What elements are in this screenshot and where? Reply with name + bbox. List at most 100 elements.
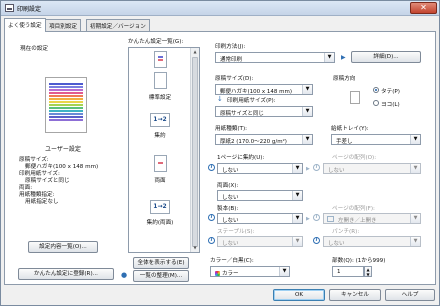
tray-label: 給紙トレイ(Y):: [331, 126, 369, 132]
binding-label: 製本(B):: [217, 206, 239, 212]
chevron-down-icon: ▼: [302, 135, 312, 144]
chevron-down-icon: ▼: [302, 107, 312, 116]
help-button[interactable]: ヘルプ: [385, 289, 435, 301]
paper-type-label: 用紙種類(T):: [215, 126, 248, 132]
summary-line-7: 用紙指定なし: [25, 199, 59, 205]
color-select[interactable]: カラー ▼: [210, 266, 290, 277]
punch-label: パンチ(R):: [332, 229, 360, 235]
binding-order-label: ページの配列(F):: [332, 206, 375, 212]
paper-size-select[interactable]: 原稿サイズと同じ ▼: [215, 106, 313, 117]
nup-order-label: ページの配列(O):: [332, 155, 377, 161]
tray-select[interactable]: 手差し ▼: [331, 134, 421, 145]
chevron-down-icon: ▼: [410, 214, 420, 223]
chevron-down-icon: ▼: [279, 267, 289, 276]
staple-label: ステープル(S):: [217, 229, 255, 235]
preset-label: 集約(両面): [146, 220, 174, 226]
original-size-select[interactable]: 郵便ハガキ(100 x 148 mm) ▼: [215, 84, 313, 95]
nup-order-select: しない ▼: [323, 163, 421, 174]
duplex-icon: [153, 155, 167, 172]
orientation-portrait-radio[interactable]: [373, 87, 379, 93]
info-icon: i: [313, 214, 320, 221]
arrow-down-guide-icon: ↓: [217, 95, 223, 103]
orientation-landscape-radio[interactable]: [373, 100, 379, 106]
portrait-page-icon: [350, 91, 360, 104]
info-icon: i: [313, 164, 320, 171]
play-icon: ▶: [306, 166, 310, 172]
scroll-down-icon[interactable]: ▼: [191, 244, 199, 252]
scroll-thumb[interactable]: [192, 57, 198, 247]
preset-label: 標準設定: [148, 95, 172, 101]
list-item[interactable]: 1→2 集約(両面): [129, 200, 191, 226]
chevron-down-icon: ▼: [410, 164, 420, 173]
paper-size-label: 印刷用紙サイズ(P):: [227, 98, 276, 104]
cancel-button[interactable]: キャンセル: [329, 289, 381, 301]
chevron-down-icon: ▼: [302, 85, 312, 94]
tab-panel: 現在の設定 ユーザー設定 原稿サイズ: 郵便ハガキ(100 x 148 mm) …: [4, 31, 436, 285]
preset-thumb-icon: [153, 51, 167, 68]
chevron-down-icon: ▼: [410, 135, 420, 144]
preset-label: 集約: [154, 133, 166, 139]
preset-label: 両面: [154, 178, 166, 184]
color-label: カラー／白黒(C):: [210, 258, 254, 264]
punch-select: しない ▼: [323, 236, 421, 247]
nup-select[interactable]: しない ▼: [217, 163, 303, 174]
binding-select[interactable]: しない ▼: [217, 213, 303, 224]
presets-list[interactable]: 標準設定 1→2 集約 両面 1→2 集約(両面) ▲ ▼: [128, 47, 200, 253]
presets-label: かんたん設定一覧(G):: [128, 39, 184, 45]
list-item[interactable]: 1→2 集約: [129, 113, 191, 139]
window-title: 印刷設定: [17, 6, 42, 13]
ok-button[interactable]: OK: [273, 289, 325, 301]
tab-favorites[interactable]: よく使う設定: [4, 18, 46, 32]
list-item[interactable]: 両面: [129, 155, 191, 184]
info-icon[interactable]: i: [313, 237, 320, 244]
current-settings-preview: [45, 77, 87, 133]
presets-scrollbar[interactable]: ▲ ▼: [190, 48, 199, 252]
settings-list-button[interactable]: 設定内容一覧(O)...: [28, 241, 98, 253]
info-icon[interactable]: i: [208, 214, 215, 221]
current-settings-heading: 現在の設定: [20, 46, 48, 52]
binding-order-select: 左開き／上開き ▼: [323, 213, 421, 224]
tab-defaults-version[interactable]: 初期設定／バージョン: [86, 19, 150, 31]
orientation-label: 原稿方向: [333, 76, 356, 82]
print-method-select[interactable]: 通常印刷 ▼: [215, 52, 335, 63]
organize-list-button[interactable]: 一覧の整理(M)...: [133, 270, 189, 282]
nup-label: 1ページに集約(U):: [217, 155, 265, 161]
chevron-down-icon: ▼: [292, 191, 302, 200]
tab-detailed[interactable]: 項目別設定: [45, 19, 81, 31]
orientation-landscape-label: ヨコ(L): [381, 102, 400, 108]
list-item[interactable]: [129, 51, 191, 72]
chevron-down-icon: ▼: [324, 53, 334, 62]
duplex-select[interactable]: しない ▼: [217, 190, 303, 201]
chevron-down-icon: ▼: [292, 237, 302, 246]
play-icon: ▶: [306, 216, 310, 222]
nup-icon: 1→2: [150, 113, 170, 127]
spin-down-icon[interactable]: ▼: [365, 272, 371, 277]
copies-label: 部数(Q): (1から999): [332, 258, 386, 264]
details-button[interactable]: 詳細(D)...: [351, 51, 421, 63]
copies-spinner[interactable]: ▲ ▼: [364, 266, 372, 277]
chevron-down-icon: ▼: [410, 237, 420, 246]
title-bar[interactable]: 印刷設定 ✕: [1, 1, 439, 16]
orientation-portrait-label: タテ(P): [381, 89, 400, 95]
print-settings-window: 印刷設定 ✕ よく使う設定 項目別設定 初期設定／バージョン 現在の設定 ユーザ…: [0, 0, 440, 306]
copies-input[interactable]: 1: [332, 266, 364, 277]
print-method-label: 印刷方法(J):: [215, 44, 246, 50]
nup-duplex-icon: 1→2: [150, 200, 170, 214]
play-icon: ▶: [341, 54, 346, 61]
register-preset-button[interactable]: かんたん設定に登録(R)...: [18, 268, 114, 280]
chevron-down-icon: ▼: [292, 214, 302, 223]
close-window-button[interactable]: ✕: [410, 2, 437, 14]
info-icon[interactable]: i: [208, 164, 215, 171]
info-icon[interactable]: i: [208, 237, 215, 244]
scroll-up-icon[interactable]: ▲: [191, 48, 199, 56]
duplex-label: 両面(X):: [217, 183, 239, 189]
original-size-label: 原稿サイズ(D):: [215, 76, 254, 82]
paper-type-select[interactable]: 厚紙2 (170.0～220 g/m²) ▼: [215, 134, 313, 145]
user-icon: ●: [121, 271, 128, 279]
show-all-button[interactable]: 全体を表示する(E): [133, 257, 189, 269]
book-icon: [327, 216, 334, 222]
printer-icon: [5, 4, 14, 12]
list-item[interactable]: 標準設定: [129, 72, 191, 101]
chevron-down-icon: ▼: [292, 164, 302, 173]
color-swatch-icon: [215, 271, 220, 276]
